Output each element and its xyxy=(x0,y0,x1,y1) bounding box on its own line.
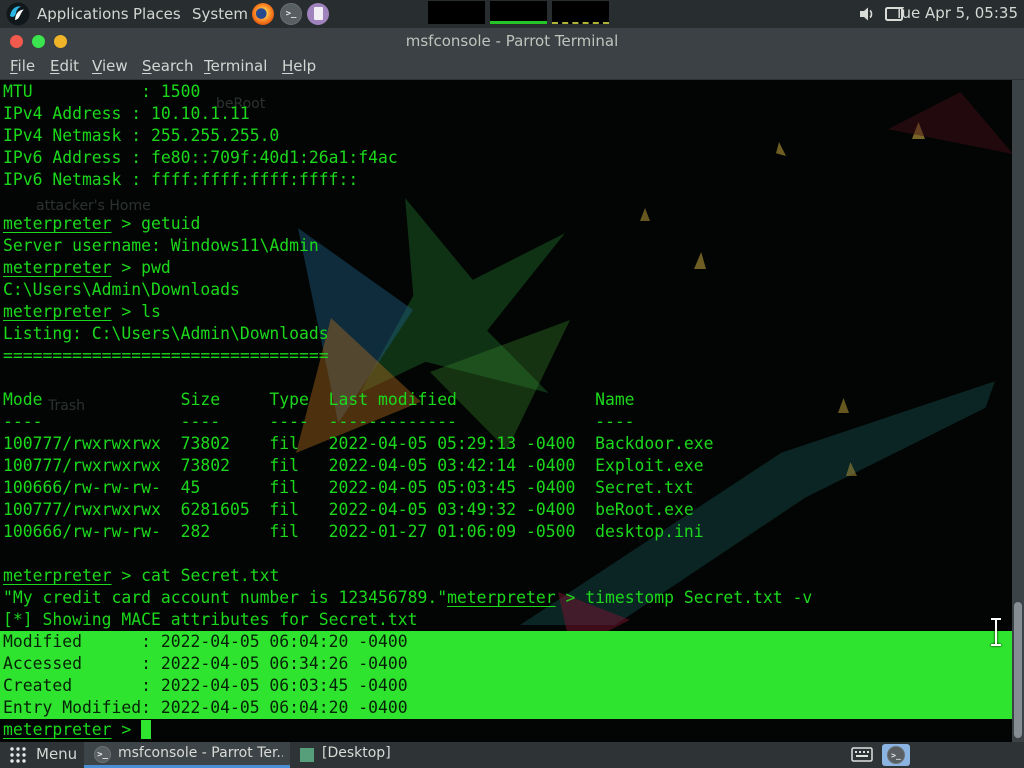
menu-help[interactable]: Help xyxy=(282,57,316,75)
terminal-line: IPv6 Address : fe80::709f:40d1:26a1:f4ac xyxy=(0,147,1012,169)
terminal-line: IPv4 Netmask : 255.255.255.0 xyxy=(0,125,1012,147)
terminal-line: Mode Size Type Last modified Name xyxy=(0,389,1012,411)
terminal-line: MTU : 1500 xyxy=(0,81,1012,103)
ibeam-cursor xyxy=(989,617,1003,647)
window-title: msfconsole - Parrot Terminal xyxy=(0,32,1024,50)
taskbar-task-terminal[interactable]: msfconsole - Parrot Ter... xyxy=(84,742,290,768)
terminal-window[interactable]: beRoot attacker's Home Trash MTU : 1500I… xyxy=(0,80,1024,742)
tray-terminal-icon[interactable] xyxy=(882,744,910,766)
terminal-line: Listing: C:\Users\Admin\Downloads xyxy=(0,323,1012,345)
window-thumbnail[interactable] xyxy=(552,1,609,24)
terminal-glyph-icon xyxy=(94,746,111,763)
terminal-line: meterpreter > cat Secret.txt xyxy=(0,565,1012,587)
taskbar-task-label: msfconsole - Parrot Ter... xyxy=(118,745,283,761)
terminal-line: Server username: Windows11\Admin xyxy=(0,235,1012,257)
menu-view[interactable]: View xyxy=(92,57,128,75)
terminal-glyph-icon xyxy=(280,3,302,25)
taskbar: Menu msfconsole - Parrot Ter... [Desktop… xyxy=(0,742,1024,768)
terminal-line xyxy=(0,543,1012,565)
taskbar-task-label: [Desktop] xyxy=(322,745,391,761)
terminal-line: "My credit card account number is 123456… xyxy=(0,587,1012,609)
terminal-line: Created : 2022-04-05 06:03:45 -0400 xyxy=(0,675,1012,697)
terminal-line: 100777/rwxrwxrwx 6281605 fil 2022-04-05 … xyxy=(0,499,1012,521)
top-panel: Applications Places System Tue Apr 5, 05… xyxy=(0,0,1024,28)
terminal-line: C:\Users\Admin\Downloads xyxy=(0,279,1012,301)
files-launcher-icon[interactable] xyxy=(307,3,329,25)
panel-menu-applications[interactable]: Applications xyxy=(37,4,129,24)
terminal-line: Modified : 2022-04-05 06:04:20 -0400 xyxy=(0,631,1012,653)
terminal-line: meterpreter > ls xyxy=(0,301,1012,323)
firefox-launcher-icon[interactable] xyxy=(252,3,274,25)
menu-terminal[interactable]: Terminal xyxy=(204,57,267,75)
keyboard-layout-icon[interactable] xyxy=(851,746,873,763)
taskbar-task-desktop[interactable]: [Desktop] xyxy=(294,742,394,768)
scrollbar-thumb[interactable] xyxy=(1014,602,1022,738)
terminal-line: Entry Modified: 2022-04-05 06:04:20 -040… xyxy=(0,697,1012,719)
desktop-icon xyxy=(300,748,314,762)
terminal-line: meterpreter > xyxy=(0,719,1012,741)
terminal-line: [*] Showing MACE attributes for Secret.t… xyxy=(0,609,1012,631)
menu-search[interactable]: Search xyxy=(142,57,194,75)
volume-icon[interactable] xyxy=(858,5,876,23)
terminal-line: meterpreter > getuid xyxy=(0,213,1012,235)
menu-file[interactable]: File xyxy=(10,57,35,75)
terminal-line: ---- ---- ---- ------------- ---- xyxy=(0,411,1012,433)
window-thumbnail[interactable] xyxy=(428,1,485,24)
terminal-line: 100777/rwxrwxrwx 73802 fil 2022-04-05 03… xyxy=(0,455,1012,477)
window-thumbnail-active[interactable] xyxy=(490,1,547,24)
menu-edit[interactable]: Edit xyxy=(50,57,79,75)
panel-menu-system[interactable]: System xyxy=(192,4,248,24)
terminal-line: 100777/rwxrwxrwx 73802 fil 2022-04-05 05… xyxy=(0,433,1012,455)
parrot-menu-icon[interactable] xyxy=(6,2,30,26)
terminal-line: ================================= xyxy=(0,345,1012,367)
terminal-line: Accessed : 2022-04-05 06:34:26 -0400 xyxy=(0,653,1012,675)
window-titlebar[interactable]: msfconsole - Parrot Terminal xyxy=(0,28,1024,54)
terminal-line: 100666/rw-rw-rw- 45 fil 2022-04-05 05:03… xyxy=(0,477,1012,499)
terminal-line: meterpreter > pwd xyxy=(0,257,1012,279)
terminal-line xyxy=(0,191,1012,213)
terminal-launcher-icon[interactable] xyxy=(280,3,302,25)
terminal-line: IPv4 Address : 10.10.1.11 xyxy=(0,103,1012,125)
panel-clock[interactable]: Tue Apr 5, 05:35 xyxy=(895,4,1018,22)
menu-grid-icon xyxy=(8,745,28,765)
taskbar-menu-button[interactable]: Menu xyxy=(0,742,80,768)
terminal-glyph-icon xyxy=(887,746,905,764)
panel-menu-places[interactable]: Places xyxy=(133,4,181,24)
terminal-menubar: File Edit View Search Terminal Help xyxy=(0,54,1024,80)
terminal-line xyxy=(0,367,1012,389)
taskbar-menu-label: Menu xyxy=(36,745,77,763)
terminal-line: 100666/rw-rw-rw- 282 fil 2022-01-27 01:0… xyxy=(0,521,1012,543)
desktop-screen: Applications Places System Tue Apr 5, 05… xyxy=(0,0,1024,768)
terminal-line: IPv6 Netmask : ffff:ffff:ffff:ffff:: xyxy=(0,169,1012,191)
terminal-output[interactable]: MTU : 1500IPv4 Address : 10.10.1.11IPv4 … xyxy=(0,81,1012,741)
